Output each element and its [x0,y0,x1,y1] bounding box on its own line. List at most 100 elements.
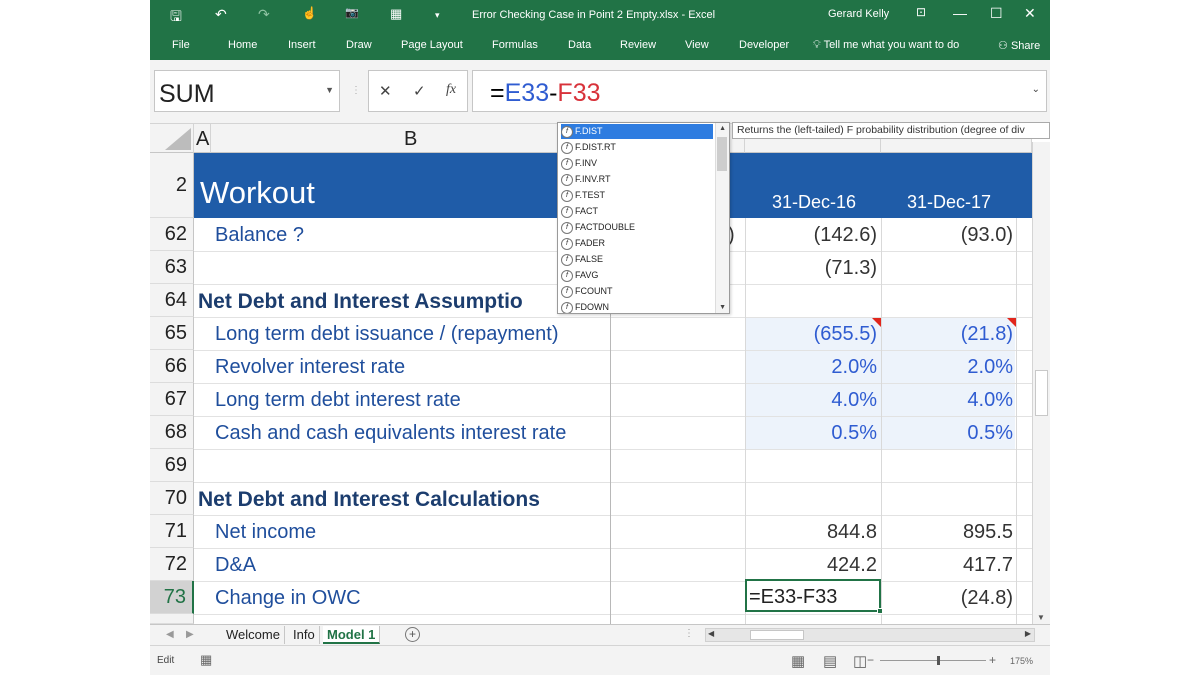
autocomplete-scroll-thumb[interactable] [717,137,727,171]
cell-f68[interactable]: 0.5% [745,422,877,445]
scroll-left-icon[interactable]: ◀ [708,629,714,638]
tab-page-layout[interactable]: Page Layout [401,39,463,51]
ribbon-display-icon[interactable]: ⊡ [916,5,926,19]
fill-handle[interactable] [877,608,883,614]
row-header-69[interactable]: 69 [150,449,194,482]
name-box[interactable]: SUM ▼ [154,70,340,112]
chevron-down-icon[interactable]: ▼ [719,304,726,311]
cell-f62[interactable]: (142.6) [745,224,877,247]
section-heading-calculations[interactable]: Net Debt and Interest Calculations [198,488,540,512]
user-name[interactable]: Gerard Kelly [828,8,889,20]
splitter-handle[interactable]: ⋮ [351,85,361,96]
tab-data[interactable]: Data [568,39,591,51]
row-header-63[interactable]: 63 [150,251,194,284]
minimize-button[interactable]: — [953,5,967,21]
tab-file[interactable]: File [172,39,190,51]
scroll-down-icon[interactable]: ▼ [1037,613,1045,622]
chevron-up-icon[interactable]: ▲ [719,125,726,132]
formula-input[interactable]: =E33-F33 ⌄ [472,70,1047,112]
row-header-73[interactable]: 73 [150,581,194,614]
prev-sheet-icon[interactable]: ◀ [166,629,174,640]
cell-g66[interactable]: 2.0% [881,356,1013,379]
section-heading-assumptions[interactable]: Net Debt and Interest Assumptio [198,290,523,314]
autocomplete-item[interactable]: f FADER [561,236,713,251]
cell-g72[interactable]: 417.7 [881,554,1013,577]
zoom-slider-thumb[interactable] [937,656,940,665]
tab-insert[interactable]: Insert [288,39,316,51]
row-label-62[interactable]: Balance ? [215,224,304,247]
camera-icon[interactable]: 📷 [345,6,359,19]
maximize-button[interactable]: ☐ [990,5,1003,22]
cell-f63[interactable]: (71.3) [745,257,877,280]
share-button[interactable]: ⚇ Share [998,39,1040,52]
row-header-74[interactable] [150,614,194,624]
cell-f67[interactable]: 4.0% [745,389,877,412]
row-header-65[interactable]: 65 [150,317,194,350]
zoom-slider-track[interactable] [880,660,986,661]
autocomplete-item[interactable]: f FAVG [561,268,713,283]
chevron-down-icon[interactable]: ▼ [325,85,334,95]
cell-f66[interactable]: 2.0% [745,356,877,379]
autocomplete-item[interactable]: f FACTDOUBLE [561,220,713,235]
calculator-icon[interactable]: ▦ [390,6,402,22]
zoom-level[interactable]: 175% [1010,656,1033,666]
row-header-66[interactable]: 66 [150,350,194,383]
expand-formula-bar-icon[interactable]: ⌄ [1032,84,1040,95]
redo-icon[interactable]: ↷ [258,6,270,23]
autocomplete-item[interactable]: f F.TEST [561,188,713,203]
close-button[interactable]: ✕ [1024,5,1036,22]
select-all-button[interactable] [150,124,194,153]
column-header-b[interactable]: B [211,124,610,153]
cell-f65[interactable]: (655.5) [745,323,877,346]
touch-mode-icon[interactable]: ☝ [302,6,317,20]
normal-view-icon[interactable]: ▦ [791,652,805,670]
tab-view[interactable]: View [685,39,709,51]
row-header-64[interactable]: 64 [150,284,194,317]
row-label-65[interactable]: Long term debt issuance / (repayment) [215,323,559,346]
tell-me-search[interactable]: 💡︎ Tell me what you want to do [813,39,959,52]
row-label-67[interactable]: Long term debt interest rate [215,389,461,412]
autocomplete-item[interactable]: f F.INV.RT [561,172,713,187]
new-sheet-button[interactable]: + [405,627,420,642]
row-header-70[interactable]: 70 [150,482,194,515]
cell-g71[interactable]: 895.5 [881,521,1013,544]
page-layout-view-icon[interactable]: ▤ [823,652,837,670]
row-label-73[interactable]: Change in OWC [215,587,361,610]
sheet-tab-model-1[interactable]: Model 1 [323,626,381,644]
vertical-scroll-thumb[interactable] [1035,370,1048,416]
autocomplete-item[interactable]: f FDOWN [561,300,713,313]
page-break-view-icon[interactable]: ◫ [853,652,867,670]
function-autocomplete-list[interactable]: f F.DIST f F.DIST.RT f F.INV f F.INV.RT f F.T… [557,122,730,314]
cell-f72[interactable]: 424.2 [745,554,877,577]
autocomplete-item[interactable]: f F.DIST [561,124,713,139]
insert-function-icon[interactable]: fx [446,82,456,98]
cell-g62[interactable]: (93.0) [881,224,1013,247]
row-label-71[interactable]: Net income [215,521,316,544]
tab-review[interactable]: Review [620,39,656,51]
row-label-68[interactable]: Cash and cash equivalents interest rate [215,422,566,445]
comment-indicator-icon[interactable] [1007,318,1016,327]
autocomplete-item[interactable]: f F.DIST.RT [561,140,713,155]
autocomplete-item[interactable]: f FACT [561,204,713,219]
undo-icon[interactable]: ↶ [215,6,227,23]
row-header-2[interactable]: 2 [150,153,194,218]
scroll-right-icon[interactable]: ▶ [1025,629,1031,638]
autocomplete-item[interactable]: f F.INV [561,156,713,171]
splitter-handle[interactable]: ⋮ [684,628,694,639]
row-label-72[interactable]: D&A [215,554,256,577]
active-cell-f73[interactable]: =E33-F33 [745,579,883,614]
tab-formulas[interactable]: Formulas [492,39,538,51]
column-header-a[interactable]: A [194,124,211,153]
comment-indicator-icon[interactable] [872,318,881,327]
row-header-67[interactable]: 67 [150,383,194,416]
tab-draw[interactable]: Draw [346,39,372,51]
sheet-tab-welcome[interactable]: Welcome [222,626,285,644]
cell-g73[interactable]: (24.8) [881,587,1013,610]
cell-g67[interactable]: 4.0% [881,389,1013,412]
autocomplete-scrollbar[interactable]: ▲ ▼ [715,123,729,313]
cell-f71[interactable]: 844.8 [745,521,877,544]
tab-developer[interactable]: Developer [739,39,789,51]
cell-g65[interactable]: (21.8) [881,323,1013,346]
row-header-68[interactable]: 68 [150,416,194,449]
row-label-66[interactable]: Revolver interest rate [215,356,405,379]
